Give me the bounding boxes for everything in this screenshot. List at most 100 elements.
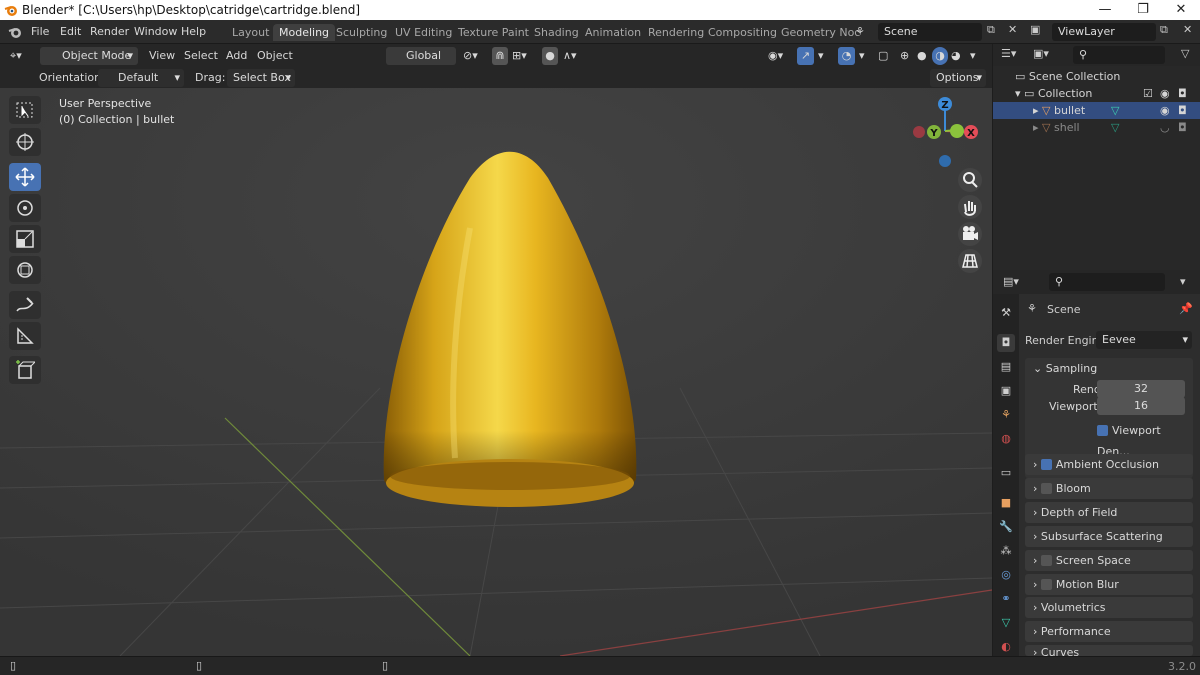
- tab-texture-paint[interactable]: Texture Paint: [452, 24, 535, 41]
- snap-target-icon[interactable]: ⊞▾: [512, 47, 527, 65]
- mesh-data-icon[interactable]: ▽: [1111, 119, 1119, 136]
- menu-render[interactable]: Render: [90, 25, 129, 38]
- panel-subsurface-scattering[interactable]: › Subsurface Scattering: [1025, 526, 1193, 547]
- options-dropdown[interactable]: Options ▾: [930, 69, 986, 87]
- new-scene-icon[interactable]: ⧉: [987, 23, 995, 37]
- tab-uv-editing[interactable]: UV Editing: [389, 24, 458, 41]
- gizmo-z-neg-circle[interactable]: [939, 155, 951, 167]
- cursor-tool[interactable]: [9, 128, 41, 156]
- shading-dropdown-icon[interactable]: ▾: [970, 47, 976, 65]
- 3d-viewport[interactable]: User Perspective (0) Collection | bullet…: [0, 88, 992, 656]
- motion-blur-checkbox[interactable]: [1040, 579, 1052, 590]
- close-button[interactable]: ✕: [1162, 0, 1200, 20]
- world-tab-icon[interactable]: ◍: [997, 430, 1015, 448]
- annotate-tool[interactable]: [9, 291, 41, 319]
- properties-editor-icon[interactable]: ▤▾: [1003, 275, 1019, 288]
- bloom-checkbox[interactable]: [1040, 483, 1052, 494]
- render-samples-field[interactable]: 32: [1097, 380, 1185, 398]
- properties-search-input[interactable]: ⚲: [1049, 273, 1165, 291]
- panel-screen-space-reflections[interactable]: › Screen Space Reflections: [1025, 550, 1193, 588]
- panel-depth-of-field[interactable]: › Depth of Field: [1025, 502, 1193, 523]
- shading-solid-icon[interactable]: ●: [917, 47, 927, 65]
- object-tab-icon[interactable]: ■: [997, 494, 1015, 512]
- material-tab-icon[interactable]: ◐: [997, 638, 1015, 656]
- view-layer-icon[interactable]: ▣: [1030, 23, 1040, 36]
- transform-orientation-dropdown[interactable]: Global: [386, 47, 456, 65]
- tab-shading[interactable]: Shading: [528, 24, 585, 41]
- tab-sculpting[interactable]: Sculpting: [330, 24, 393, 41]
- delete-scene-icon[interactable]: ✕: [1008, 23, 1017, 36]
- navigation-gizmo[interactable]: Z X Y: [905, 94, 985, 174]
- measure-tool[interactable]: [9, 322, 41, 350]
- minimize-button[interactable]: —: [1086, 0, 1124, 20]
- physics-tab-icon[interactable]: ◎: [997, 566, 1015, 584]
- tab-animation[interactable]: Animation: [579, 24, 647, 41]
- render-engine-dropdown[interactable]: Eevee ▾: [1096, 331, 1192, 349]
- panel-expand-icon[interactable]: ⌄: [1033, 362, 1042, 375]
- panel-performance[interactable]: › Performance: [1025, 621, 1193, 642]
- overlays-icon[interactable]: ◔: [838, 47, 855, 65]
- tab-rendering[interactable]: Rendering: [642, 24, 710, 41]
- overlays-dropdown-icon[interactable]: ▾: [859, 47, 865, 65]
- tab-modeling[interactable]: Modeling: [273, 24, 336, 41]
- eye-icon[interactable]: ◉: [1160, 85, 1170, 102]
- shading-wireframe-icon[interactable]: ⊕: [900, 47, 909, 65]
- shading-rendered-icon[interactable]: ◕: [951, 47, 961, 65]
- ambient-occlusion-checkbox[interactable]: [1040, 459, 1052, 470]
- outliner-search-input[interactable]: ⚲: [1073, 46, 1165, 64]
- editor-type-icon[interactable]: ⌖▾: [10, 47, 22, 65]
- panel-motion-blur[interactable]: › Motion Blur: [1025, 574, 1193, 595]
- gizmo-dropdown-icon[interactable]: ▾: [818, 47, 824, 65]
- exclude-checkbox[interactable]: ☑: [1143, 85, 1153, 102]
- tab-compositing[interactable]: Compositing: [702, 24, 783, 41]
- menu-edit[interactable]: Edit: [60, 25, 81, 38]
- shading-material-icon[interactable]: ◑: [932, 47, 948, 65]
- eye-hidden-icon[interactable]: ◡: [1160, 119, 1170, 136]
- scale-tool[interactable]: [9, 225, 41, 253]
- modifier-tab-icon[interactable]: 🔧: [997, 518, 1015, 536]
- panel-ambient-occlusion[interactable]: › Ambient Occlusion: [1025, 454, 1193, 475]
- outliner-editor-icon[interactable]: ☰▾: [1001, 47, 1016, 60]
- panel-volumetrics[interactable]: › Volumetrics: [1025, 597, 1193, 618]
- gizmo-toggle-icon[interactable]: ↗: [797, 47, 814, 65]
- zoom-icon[interactable]: [958, 168, 982, 192]
- falloff-icon[interactable]: ∧▾: [563, 47, 577, 65]
- pan-hand-icon[interactable]: [958, 195, 982, 219]
- ortho-grid-icon[interactable]: [958, 249, 982, 273]
- camera-render-icon[interactable]: ◘: [1178, 85, 1187, 102]
- camera-view-icon[interactable]: [958, 222, 982, 246]
- mode-dropdown[interactable]: Object Mode ▾: [40, 47, 138, 65]
- ssr-checkbox[interactable]: [1040, 555, 1052, 566]
- blender-menu-icon[interactable]: [8, 25, 22, 39]
- menu-file[interactable]: File: [31, 25, 49, 38]
- xray-icon[interactable]: ▢: [878, 47, 888, 65]
- pivot-icon[interactable]: ⊘▾: [463, 47, 478, 65]
- chevron-down-icon[interactable]: ▾: [1180, 275, 1186, 288]
- data-tab-icon[interactable]: ▽: [997, 614, 1015, 632]
- orientation-dropdown[interactable]: Default ▾: [98, 69, 184, 87]
- panel-bloom[interactable]: › Bloom: [1025, 478, 1193, 499]
- expand-arrow-icon[interactable]: ▸: [1033, 104, 1039, 117]
- drag-dropdown[interactable]: Select Box ▾: [227, 69, 295, 87]
- filter-icon[interactable]: ▽: [1181, 47, 1189, 60]
- mesh-data-icon[interactable]: ▽: [1111, 102, 1119, 119]
- eye-icon[interactable]: ◉: [1160, 102, 1170, 119]
- scene-field[interactable]: Scene: [878, 23, 982, 41]
- menu-view[interactable]: View: [149, 47, 175, 65]
- tool-tab-icon[interactable]: ⚒: [997, 304, 1015, 322]
- menu-add[interactable]: Add: [226, 47, 247, 65]
- visibility-icon[interactable]: ◉▾: [768, 47, 783, 65]
- menu-window[interactable]: Window: [134, 25, 177, 38]
- scene-collection-row[interactable]: ▭ Scene Collection: [993, 68, 1200, 85]
- new-view-layer-icon[interactable]: ⧉: [1160, 23, 1168, 37]
- expand-arrow-icon[interactable]: ▾: [1015, 87, 1021, 100]
- rotate-tool[interactable]: [9, 194, 41, 222]
- panel-curves[interactable]: › Curves: [1025, 645, 1193, 656]
- snap-icon[interactable]: ⋒: [492, 47, 508, 65]
- output-tab-icon[interactable]: ▤: [997, 358, 1015, 376]
- tab-layout[interactable]: Layout: [226, 24, 275, 41]
- camera-render-icon[interactable]: ◘: [1178, 102, 1187, 119]
- pin-icon[interactable]: 📌: [1179, 302, 1193, 315]
- camera-render-icon[interactable]: ◘: [1178, 119, 1187, 136]
- delete-view-layer-icon[interactable]: ✕: [1183, 23, 1192, 36]
